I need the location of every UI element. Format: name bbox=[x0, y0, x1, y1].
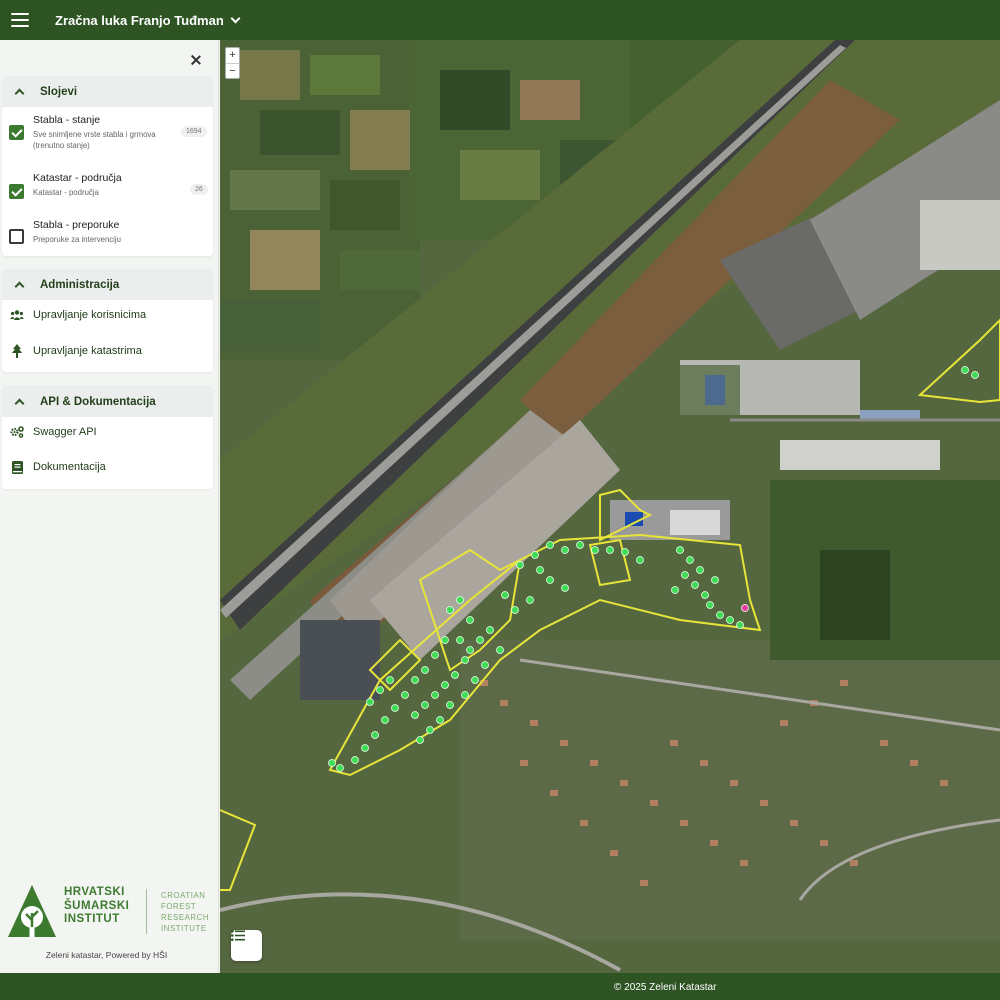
chevron-down-icon bbox=[230, 13, 241, 23]
menu-item-swagger[interactable]: Swagger API bbox=[2, 417, 213, 447]
layer-count-badge: 26 bbox=[190, 184, 208, 195]
logo-divider bbox=[146, 889, 147, 934]
sidebar: Slojevi Stabla - stanje Sve snimljene vr… bbox=[0, 40, 219, 973]
hamburger-icon[interactable] bbox=[0, 0, 40, 40]
api-panel-header[interactable]: API & Dokumentacija bbox=[2, 386, 213, 417]
layers-panel: Slojevi Stabla - stanje Sve snimljene vr… bbox=[2, 76, 213, 256]
layers-panel-title: Slojevi bbox=[40, 85, 78, 98]
gears-icon bbox=[10, 425, 24, 439]
users-icon bbox=[10, 308, 24, 322]
layers-panel-header[interactable]: Slojevi bbox=[2, 76, 213, 107]
top-bar: Zračna luka Franjo Tuđman bbox=[0, 0, 1000, 40]
api-panel: API & Dokumentacija Swagger API Dokument… bbox=[2, 386, 213, 489]
layer-name: Katastar - područja bbox=[33, 172, 122, 184]
menu-item-label: Upravljanje katastrima bbox=[33, 345, 142, 357]
institute-logo: HRVATSKI ŠUMARSKI INSTITUT CROATIAN FORE… bbox=[6, 883, 216, 943]
site-title: Zračna luka Franjo Tuđman bbox=[55, 12, 224, 28]
layer-item-katastar-podrucja[interactable]: Katastar - područja Katastar - područja … bbox=[2, 170, 213, 216]
chevron-up-icon bbox=[14, 88, 25, 99]
layer-checkbox[interactable] bbox=[9, 229, 24, 244]
layer-description: Katastar - područja bbox=[33, 188, 99, 197]
zoom-out-button[interactable]: − bbox=[226, 63, 239, 78]
footer: © 2025 Zeleni Katastar bbox=[0, 973, 1000, 1000]
menu-item-cadastres[interactable]: Upravljanje katastrima bbox=[2, 336, 213, 366]
layer-checkbox[interactable] bbox=[9, 125, 24, 140]
layer-description: Sve snimljene vrste stabla i grmova (tre… bbox=[33, 130, 156, 150]
layer-count-badge: 1694 bbox=[181, 126, 207, 137]
menu-item-label: Dokumentacija bbox=[33, 461, 106, 473]
menu-item-label: Swagger API bbox=[33, 426, 97, 438]
layer-name: Stabla - preporuke bbox=[33, 219, 120, 231]
tree-recommendation-marker bbox=[741, 604, 749, 612]
layer-name: Stabla - stanje bbox=[33, 114, 101, 126]
layer-checkbox[interactable] bbox=[9, 184, 24, 199]
legend-button[interactable] bbox=[231, 930, 262, 961]
list-icon bbox=[231, 930, 245, 941]
powered-by-text: Zeleni katastar, Powered by HŠI bbox=[45, 950, 168, 960]
zoom-in-button[interactable]: + bbox=[226, 48, 239, 63]
menu-item-users[interactable]: Upravljanje korisnicima bbox=[2, 300, 213, 330]
admin-panel-header[interactable]: Administracija bbox=[2, 269, 213, 300]
book-icon bbox=[10, 460, 24, 474]
logo-text-en: CROATIAN FOREST RESEARCH INSTITUTE bbox=[161, 891, 210, 933]
map-view[interactable]: + − bbox=[220, 40, 1000, 973]
admin-panel: Administracija Upravljanje korisnicima U… bbox=[2, 269, 213, 372]
satellite-map[interactable] bbox=[220, 40, 1000, 973]
tree-icon bbox=[10, 344, 24, 358]
layer-item-stabla-stanje[interactable]: Stabla - stanje Sve snimljene vrste stab… bbox=[2, 112, 213, 158]
layer-item-stabla-preporuke[interactable]: Stabla - preporuke Preporuke za interven… bbox=[2, 216, 213, 262]
chevron-up-icon bbox=[14, 281, 25, 292]
logo-text: HRVATSKI ŠUMARSKI INSTITUT bbox=[64, 886, 130, 925]
close-icon[interactable] bbox=[186, 51, 206, 71]
chevron-up-icon bbox=[14, 398, 25, 409]
api-panel-title: API & Dokumentacija bbox=[40, 395, 156, 408]
zoom-control: + − bbox=[225, 47, 240, 79]
layer-description: Preporuke za intervenciju bbox=[33, 235, 121, 244]
institute-logo-icon bbox=[8, 885, 56, 937]
menu-item-label: Upravljanje korisnicima bbox=[33, 309, 147, 321]
admin-panel-title: Administracija bbox=[40, 278, 120, 291]
menu-item-docs[interactable]: Dokumentacija bbox=[2, 452, 213, 482]
copyright-text: © 2025 Zeleni Katastar bbox=[614, 982, 717, 993]
site-selector[interactable]: Zračna luka Franjo Tuđman bbox=[55, 12, 241, 28]
